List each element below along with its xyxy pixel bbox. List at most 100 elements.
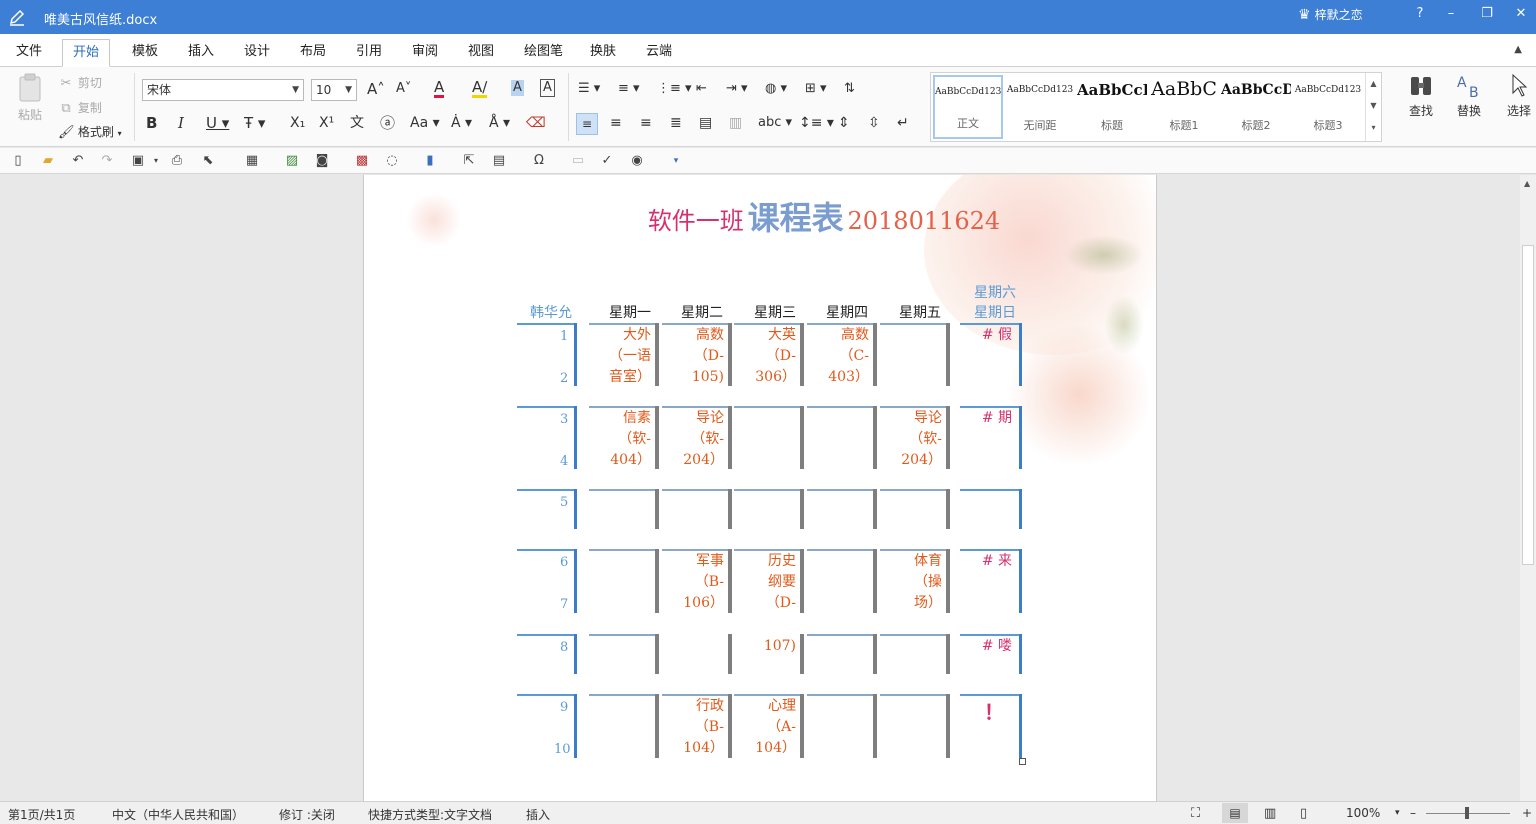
para-spacing-after-icon[interactable]: ⇳ <box>868 115 880 131</box>
table-icon[interactable]: ▦ <box>244 153 260 169</box>
save-icon[interactable]: ▣ <box>130 153 146 169</box>
decrease-indent-icon[interactable]: ⇤ <box>696 81 707 97</box>
table-cell[interactable] <box>662 634 732 674</box>
table-cell[interactable] <box>880 323 950 386</box>
print-icon[interactable]: ⎙ <box>169 153 185 169</box>
weekend-cell[interactable]: # 喽 <box>960 634 1022 674</box>
undo-icon[interactable]: ↶ <box>70 153 86 169</box>
table-cell[interactable] <box>662 489 732 529</box>
page-count[interactable]: 第1页/共1页 <box>8 806 75 823</box>
style-heading-2[interactable]: AaBbCcD 标题2 <box>1221 75 1291 139</box>
new-doc-icon[interactable]: ▯ <box>10 153 26 169</box>
table-cell[interactable]: 大外 （一语 音室） <box>589 323 659 386</box>
find-button[interactable]: 查找 <box>1406 73 1436 119</box>
text-direction-icon[interactable]: abc ▾ <box>758 115 792 131</box>
restore-button[interactable]: ❐ <box>1472 2 1502 30</box>
minimize-button[interactable]: – <box>1436 2 1466 30</box>
font-color-icon[interactable]: A <box>434 79 445 98</box>
table-cell[interactable]: 107) <box>734 634 804 674</box>
tab-home[interactable]: 开始 <box>62 39 111 67</box>
style-heading-3[interactable]: AaBbCcDd123 标题3 <box>1293 75 1363 139</box>
char-case-icon[interactable]: Aa ▾ <box>410 115 440 131</box>
bold-icon[interactable]: B <box>146 115 157 131</box>
font-size-select[interactable]: 10 ▼ <box>311 79 357 101</box>
zoom-level[interactable]: 100% <box>1346 806 1380 820</box>
table-cell[interactable]: 心理 （A- 104） <box>734 694 804 758</box>
superscript-icon[interactable]: X¹ <box>319 115 334 131</box>
tab-template[interactable]: 模板 <box>122 39 168 67</box>
increase-indent-icon[interactable]: ⇥ ▾ <box>726 81 748 97</box>
tab-cloud[interactable]: 云端 <box>636 39 682 67</box>
text-outline-icon[interactable]: Å ▾ <box>489 115 510 131</box>
smartart-icon[interactable]: ▩ <box>354 153 370 169</box>
table-cell[interactable]: 导论 （软- 204） <box>662 406 732 469</box>
tab-view[interactable]: 视图 <box>458 39 504 67</box>
align-left-icon[interactable]: ≡ <box>576 113 598 135</box>
collapse-ribbon-icon[interactable]: ▲ <box>1514 44 1522 55</box>
weekend-cell[interactable] <box>960 489 1022 529</box>
weekend-cell[interactable]: # 期 <box>960 406 1022 469</box>
weekend-cell[interactable]: # 假 <box>960 323 1022 386</box>
table-resize-handle[interactable] <box>1019 758 1026 765</box>
table-cell[interactable]: 高数 （D- 105) <box>662 323 732 386</box>
style-no-spacing[interactable]: AaBbCcDd123 无间距 <box>1005 75 1075 139</box>
spellcheck-icon[interactable]: ✓ <box>599 153 615 169</box>
shading-icon[interactable]: ◍ ▾ <box>765 81 787 97</box>
phonetic-icon[interactable]: 文 <box>350 115 364 131</box>
table-cell[interactable]: 体育 （操 场） <box>880 549 950 613</box>
table-cell[interactable] <box>589 489 659 529</box>
textbox-icon[interactable]: ▤ <box>491 153 507 169</box>
chart-icon[interactable]: ▮ <box>422 153 438 169</box>
vertical-scrollbar[interactable]: ▲ <box>1520 175 1536 801</box>
table-cell[interactable] <box>807 634 877 674</box>
scroll-up-icon[interactable]: ▲ <box>1524 179 1530 188</box>
focus-mode-icon[interactable]: ⛶ <box>1191 806 1200 821</box>
select-button[interactable]: 选择 <box>1504 73 1534 119</box>
table-cell[interactable] <box>807 489 877 529</box>
replace-button[interactable]: A B 替换 <box>1454 73 1484 119</box>
sort-icon[interactable]: ⇅ <box>844 81 855 97</box>
table-cell[interactable] <box>589 694 659 758</box>
customize-toolbar-icon[interactable]: ▾ <box>668 153 684 169</box>
preview-icon[interactable]: ◉ <box>629 153 645 169</box>
table-cell[interactable] <box>880 489 950 529</box>
chevron-down-icon[interactable]: ▾ <box>148 153 164 169</box>
subscript-icon[interactable]: X₁ <box>290 115 305 131</box>
char-align-icon[interactable]: ▥ <box>729 115 742 131</box>
char-border-icon[interactable]: A <box>540 79 555 97</box>
table-cell[interactable] <box>734 406 804 469</box>
close-button[interactable]: ✕ <box>1506 2 1536 30</box>
borders-icon[interactable]: ⊞ ▾ <box>805 81 827 97</box>
table-cell[interactable]: 军事 （B- 106） <box>662 549 732 613</box>
tab-insert[interactable]: 插入 <box>178 39 224 67</box>
user-account[interactable]: ♛ 梓默之恋 <box>1298 6 1363 23</box>
text-effect-icon[interactable]: A <box>511 80 524 96</box>
tab-file[interactable]: 文件 <box>6 39 52 67</box>
table-cell[interactable] <box>807 549 877 613</box>
table-cell[interactable]: 大英 （D- 306） <box>734 323 804 386</box>
link-icon[interactable]: ⇱ <box>461 153 477 169</box>
bullets-icon[interactable]: ☰ ▾ <box>578 81 600 97</box>
symbol-icon[interactable]: Ω <box>531 153 547 169</box>
scrollbar-thumb[interactable] <box>1522 245 1534 565</box>
table-cell[interactable]: 行政 （B- 104） <box>662 694 732 758</box>
picture-icon[interactable]: ▨ <box>284 153 300 169</box>
table-cell[interactable] <box>734 489 804 529</box>
document-page[interactable]: 软件一班 课程表 2018011624 韩华允 星期一 星期二 星期三 星期四 … <box>363 175 1157 801</box>
table-cell[interactable]: 历史 纲要 （D- <box>734 549 804 613</box>
insert-mode-status[interactable]: 插入 <box>526 806 550 823</box>
zoom-dropdown-icon[interactable]: ▾ <box>1395 808 1400 818</box>
shrink-font-icon[interactable]: A˅ <box>396 81 411 97</box>
open-folder-icon[interactable]: ▰ <box>40 153 56 169</box>
tab-skin[interactable]: 换肤 <box>580 39 626 67</box>
revision-status[interactable]: 修订 :关闭 <box>279 806 335 823</box>
web-layout-icon[interactable]: ▥ <box>1264 806 1276 821</box>
line-break-icon[interactable]: ↵ <box>897 115 909 131</box>
strikethrough-icon[interactable]: Ŧ ▾ <box>244 115 265 131</box>
table-cell[interactable] <box>589 549 659 613</box>
equation-icon[interactable]: ▭ <box>570 153 586 169</box>
redo-icon[interactable]: ↷ <box>99 153 115 169</box>
copy-button[interactable]: ⧉ 复制 <box>58 100 102 117</box>
read-mode-icon[interactable]: ▯ <box>1300 806 1307 821</box>
zoom-slider-thumb[interactable] <box>1465 807 1469 819</box>
